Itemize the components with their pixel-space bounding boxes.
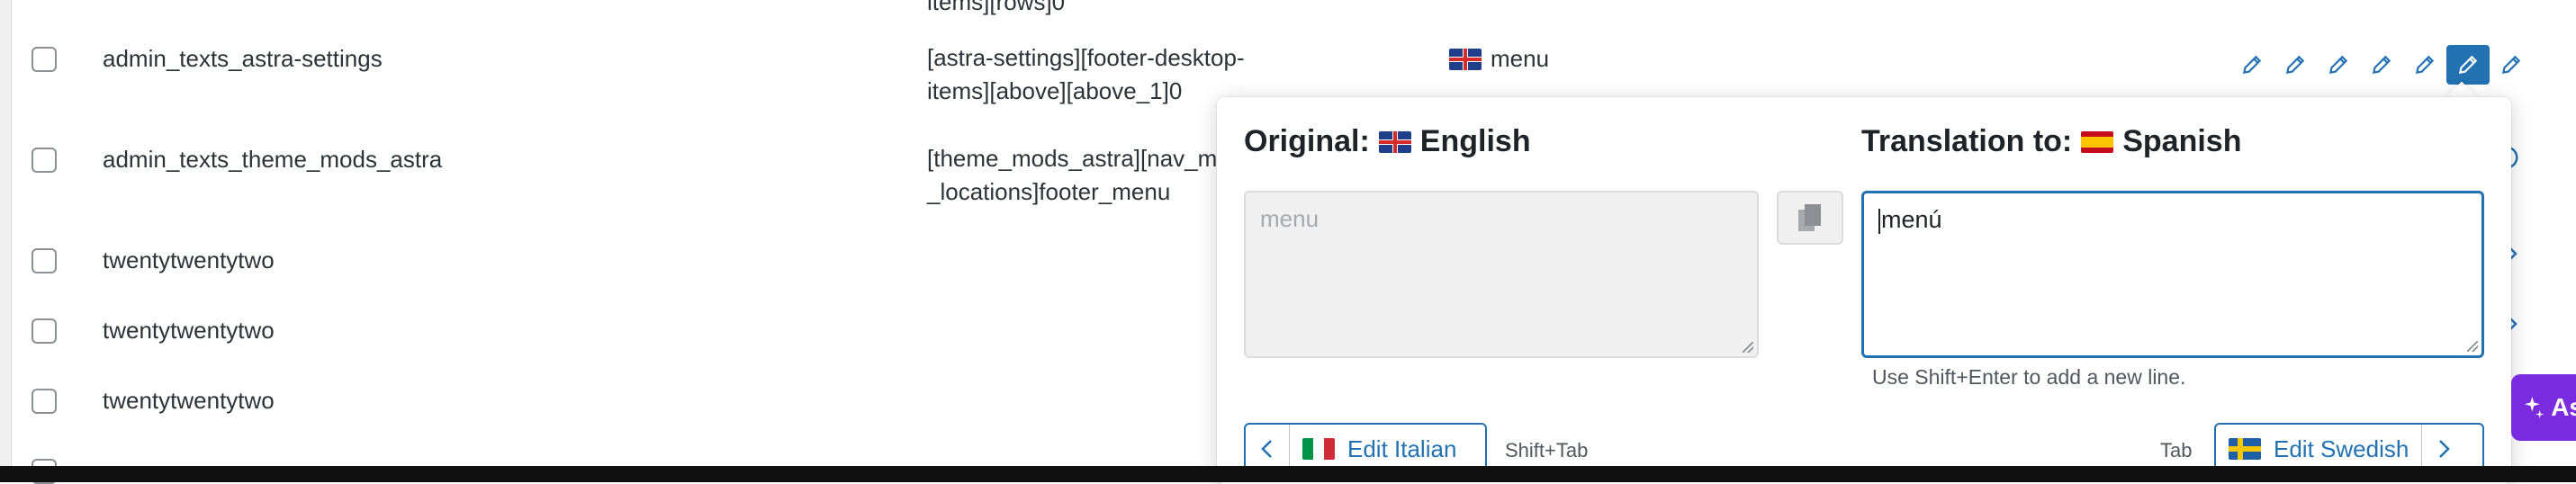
row-name: admin_texts_astra-settings [103,45,383,72]
edit-translation-button[interactable] [2274,45,2317,85]
string-line: items][rows]0 [927,0,1066,15]
pencil-icon [2372,55,2391,75]
row-checkbox[interactable] [32,248,57,273]
resize-handle-icon[interactable] [1743,342,1753,353]
edit-translation-button[interactable] [2230,45,2274,85]
row-name: admin_texts_theme_mods_astra [103,146,443,173]
row-name: twentytwentytwo [103,387,275,414]
pencil-icon [2328,55,2348,75]
spain-flag-icon [2081,130,2114,153]
uk-flag-icon [1449,48,1482,70]
string-cell: items][rows]0 [927,0,1332,19]
row-checkbox[interactable] [32,389,57,414]
resize-handle-icon[interactable] [2467,341,2478,352]
edit-translation-button[interactable] [2317,45,2360,85]
next-shortcut: Tab [2160,439,2193,462]
language-text: menu [1491,45,1550,72]
prev-button-label: Edit Italian [1347,435,1457,462]
translation-editor-popup: Original: English Translation to: Spanis… [1217,97,2511,484]
edit-translation-button[interactable] [2360,45,2403,85]
pencil-icon [2458,55,2478,75]
copy-icon [1798,204,1821,231]
next-button-label: Edit Swedish [2274,435,2409,462]
translation-label: Translation to: [1861,124,2073,158]
table-row: admin_texts_astra-settings [astra-settin… [11,44,2576,104]
language-cell: menu [1449,45,1549,73]
text-cursor [1878,208,1880,234]
edit-translation-button[interactable] [2490,45,2533,85]
translation-value: menú [1881,206,1942,233]
sparkle-icon [2524,396,2544,419]
row-actions [2230,45,2533,85]
prev-shortcut: Shift+Tab [1505,439,1589,462]
string-line: [astra-settings][footer-desktop- [927,44,1245,71]
window-bottom-edge [0,466,2576,482]
row-name: twentytwentytwo [103,246,275,273]
translation-input[interactable]: menú [1861,191,2484,358]
row-checkbox[interactable] [32,47,57,72]
original-label: Original: [1244,124,1370,158]
assistant-button[interactable]: As [2511,374,2576,441]
pencil-icon [2242,55,2262,75]
pencil-icon [2285,55,2305,75]
original-text-field: menu [1244,191,1759,358]
row-checkbox[interactable] [32,148,57,173]
sweden-flag-icon [2229,438,2261,460]
original-language: English [1419,124,1531,158]
pencil-icon [2501,55,2521,75]
original-heading: Original: English [1244,124,1531,159]
edit-translation-button-active[interactable] [2446,45,2490,85]
uk-flag-icon [1378,130,1411,153]
original-text: menu [1260,205,1320,232]
edit-translation-button[interactable] [2403,45,2446,85]
row-checkbox[interactable] [32,318,57,344]
translation-language: Spanish [2122,124,2242,158]
copy-original-button[interactable] [1777,191,1843,245]
pencil-icon [2415,55,2435,75]
assistant-label: As [2551,393,2576,421]
italy-flag-icon [1302,438,1335,460]
newline-hint: Use Shift+Enter to add a new line. [1872,365,2186,389]
row-name: twentytwentytwo [103,317,275,344]
translation-heading: Translation to: Spanish [1861,124,2241,159]
